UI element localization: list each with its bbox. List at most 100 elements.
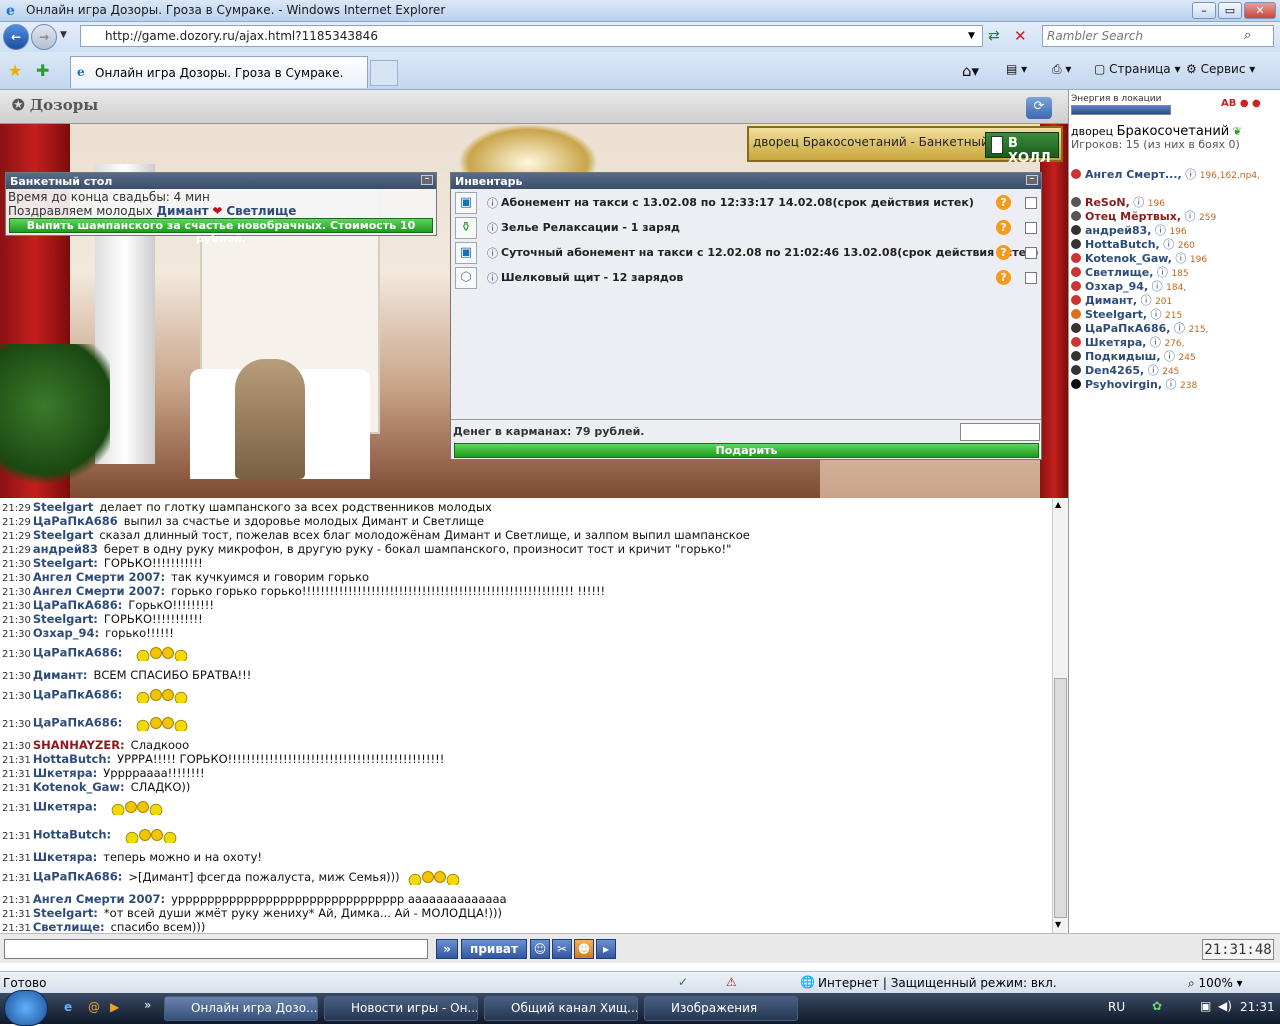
close-button[interactable]: ✕ [1244,2,1276,19]
taskbar-item-images[interactable]: Изображения [644,996,798,1021]
groom-link[interactable]: Димант [156,204,208,218]
info-icon[interactable]: ⓘ [487,245,498,261]
back-button[interactable]: ← [3,24,29,50]
network-icon[interactable]: ▣ [1200,999,1211,1013]
flags-icon[interactable]: AB ● ● [1221,98,1261,109]
new-tab-button[interactable] [370,60,398,86]
info-icon[interactable]: ⓘ [1182,168,1200,181]
maximize-button[interactable]: ▭ [1218,2,1242,19]
chat-input[interactable] [4,939,428,959]
search-icon[interactable]: ⌕ [1244,28,1251,43]
address-input[interactable]: http://game.dozory.ru/ajax.html?11853438… [80,25,983,47]
message-author[interactable]: Шкетяра: [33,800,97,814]
message-author[interactable]: Шкетяра: [33,850,97,864]
item-checkbox[interactable] [1025,272,1037,284]
refresh-location-icon[interactable]: ⟳ [1026,97,1052,119]
message-author[interactable]: Озхар_94: [33,626,99,640]
more-icon[interactable]: » [144,998,151,1012]
message-author[interactable]: ЦаРаПкА686: [33,870,123,884]
message-author[interactable]: ЦаРаПкА686 [33,514,118,528]
refresh-icon[interactable]: ⇄ [988,28,1000,44]
messenger-icon[interactable]: ✿ [1152,999,1162,1013]
scroll-thumb[interactable] [1054,678,1067,918]
item-checkbox[interactable] [1025,222,1037,234]
check-icon[interactable]: ✓ [678,975,688,989]
search-input[interactable]: Rambler Search [1042,25,1274,47]
message-author[interactable]: Steelgart: [33,556,98,570]
ie-quicklaunch-icon[interactable]: e [64,1000,72,1014]
message-author[interactable]: Ангел Смерти 2007: [33,584,165,598]
page-menu[interactable]: ▢ Страница ▾ [1094,62,1181,76]
smiles-icon[interactable]: ☻ [574,939,594,959]
message-author[interactable]: Ангел Смерти 2007: [33,892,165,906]
player-entry[interactable]: Ангел Смерт..., ⓘ 196,162,пр4, [1071,166,1260,182]
favorites-star-icon[interactable]: ★ [8,61,22,80]
phishing-icon[interactable]: ⚠ [726,975,737,989]
forward-button[interactable]: → [31,24,57,50]
player-name[interactable]: Psyhovirgin, [1085,378,1162,391]
history-dropdown-icon[interactable]: ▼ [60,30,67,40]
inventory-item[interactable]: ▣ ⓘ Абонемент на такси с 13.02.08 по 12:… [455,192,1039,216]
stop-icon[interactable]: ✕ [1014,27,1027,45]
panel-minimize-icon[interactable]: – [1026,175,1038,185]
message-author[interactable]: HottaButch: [33,752,111,766]
taskbar-item-news[interactable]: Новости игры - Он... [324,996,478,1021]
scroll-up-icon[interactable]: ▲ [1055,500,1061,509]
info-icon[interactable]: ⓘ [487,220,498,236]
add-favorites-icon[interactable]: ✚ [36,61,49,80]
bride-link[interactable]: Светлище [226,204,296,218]
chat-scrollbar[interactable]: ▲ ▼ [1052,498,1068,933]
item-checkbox[interactable] [1025,197,1037,209]
drink-champagne-button[interactable]: Выпить шампанского за счастье новобрачны… [9,218,433,245]
player-entry[interactable]: Psyhovirgin, ⓘ 238 [1071,376,1197,392]
send-icon[interactable]: » [436,939,458,959]
language-indicator[interactable]: RU [1108,1000,1125,1014]
arrow-icon[interactable]: ▸ [596,939,616,959]
message-author[interactable]: андрей83 [33,542,98,556]
message-author[interactable]: Шкетяра: [33,766,97,780]
message-author[interactable]: Steelgart: [33,612,98,626]
info-icon[interactable]: ⓘ [487,195,498,211]
gift-target-input[interactable] [960,423,1040,441]
zoom-level[interactable]: ⌕ 100% ▾ [1188,976,1243,991]
inventory-item[interactable]: ⚱ ⓘ Зелье Релаксации - 1 заряд ? [455,217,1039,241]
inventory-item[interactable]: ▣ ⓘ Суточный абонемент на такси с 12.02.… [455,242,1039,266]
help-icon[interactable]: ? [996,270,1011,285]
start-button[interactable] [4,990,48,1026]
home-icon[interactable]: ⌂▾ [962,62,979,80]
tab-active[interactable]: e Онлайн игра Дозоры. Гроза в Сумраке. [70,56,368,88]
inventory-item[interactable]: ⬡ ⓘ Шелковый щит - 12 зарядов ? [455,267,1039,291]
message-author[interactable]: ЦаРаПкА686: [33,646,123,660]
minimize-button[interactable]: – [1192,2,1216,19]
volume-icon[interactable]: ◀) [1218,999,1232,1013]
mail-icon[interactable]: @ [88,1000,100,1014]
address-dropdown-icon[interactable]: ▼ [968,31,975,41]
feeds-icon[interactable]: ▤ ▾ [1006,62,1027,76]
message-author[interactable]: ЦаРаПкА686: [33,716,123,730]
media-icon[interactable]: ▶ [110,1000,119,1014]
message-author[interactable]: Steelgart: [33,906,98,920]
help-icon[interactable]: ? [996,220,1011,235]
message-author[interactable]: Steelgart [33,500,93,514]
help-icon[interactable]: ? [996,195,1011,210]
taskbar-item-channel[interactable]: Общий канал Хищ... [484,996,638,1021]
taskbar-item-game[interactable]: Онлайн игра Дозо... [164,996,318,1021]
tools-icon[interactable]: ✂ [552,939,572,959]
message-author[interactable]: Ангел Смерти 2007: [33,570,165,584]
info-icon[interactable]: ⓘ [487,270,498,286]
message-author[interactable]: HottaButch: [33,828,111,842]
info-icon[interactable]: ⓘ [1162,378,1180,391]
scroll-down-icon[interactable]: ▼ [1055,920,1061,929]
gift-button[interactable]: Подарить [454,443,1039,458]
print-icon[interactable]: ⎙ ▾ [1052,62,1071,77]
player-name[interactable]: Ангел Смерт..., [1085,168,1182,181]
privat-button[interactable]: приват [461,939,527,959]
item-checkbox[interactable] [1025,247,1037,259]
user-icon[interactable]: ☺ [530,939,550,959]
message-author[interactable]: SHANHAYZER: [33,738,125,752]
panel-minimize-icon[interactable]: – [421,175,433,185]
go-to-hall-button[interactable]: В ХОЛЛ [985,132,1059,166]
message-author[interactable]: Steelgart [33,528,93,542]
message-author[interactable]: ЦаРаПкА686: [33,688,123,702]
help-icon[interactable]: ? [996,245,1011,260]
